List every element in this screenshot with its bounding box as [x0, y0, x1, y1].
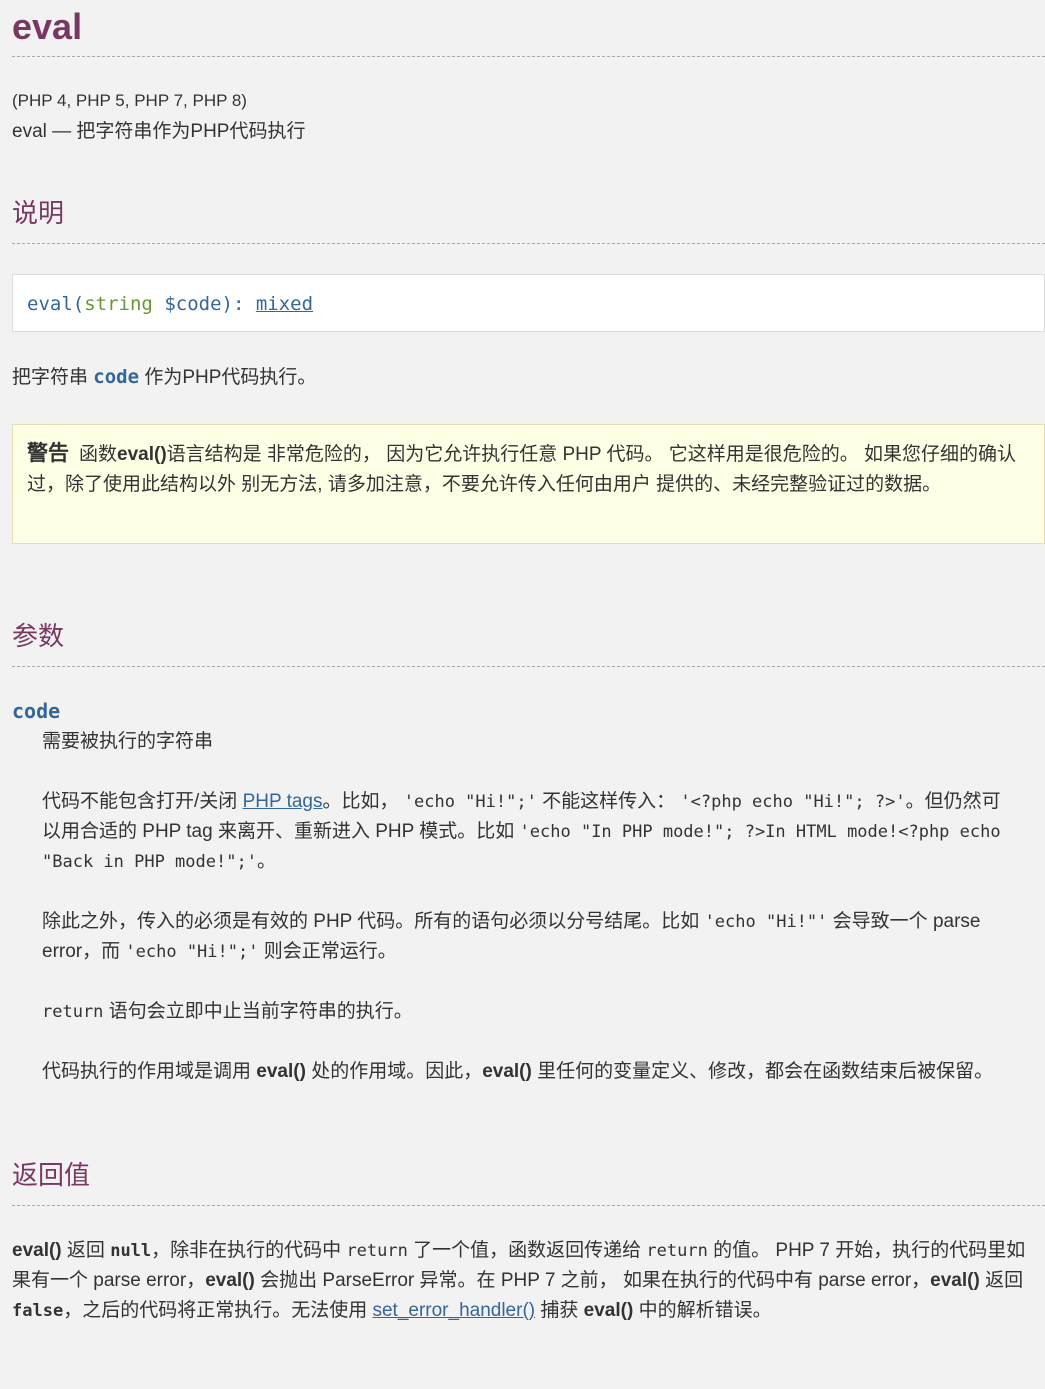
set-error-handler-link[interactable]: set_error_handler(): [372, 1300, 535, 1321]
synopsis-param-type: string: [84, 293, 153, 315]
p2-text-1: 代码不能包含打开/关闭: [42, 791, 243, 812]
return-text-9: 中的解析错误。: [633, 1300, 772, 1321]
warning-function: eval(): [117, 444, 167, 465]
return-text-7: ，之后的代码将正常执行。无法使用: [63, 1300, 373, 1321]
p2-text-2: 。比如，: [322, 791, 404, 812]
p3-code-1: 'echo "Hi!"': [704, 912, 828, 932]
return-text-5: 会抛出 ParseError 异常。在 PHP 7 之前， 如果在执行的代码中有…: [254, 1270, 931, 1291]
p4-code-1: return: [42, 1002, 104, 1022]
return-code-2: return: [646, 1241, 708, 1261]
page: eval (PHP 4, PHP 5, PHP 7, PHP 8) eval —…: [0, 0, 1045, 1326]
version-info: (PHP 4, PHP 5, PHP 7, PHP 8): [12, 91, 247, 110]
php-tags-link[interactable]: PHP tags: [243, 791, 323, 812]
warning-title: 警告: [27, 442, 69, 465]
p2-text-5: 。: [256, 851, 276, 872]
parameter-name: code: [12, 699, 61, 723]
parameter-body: 需要被执行的字符串 代码不能包含打开/关闭 PHP tags。比如， 'echo…: [12, 727, 1045, 1087]
return-function-1: eval(): [12, 1240, 62, 1261]
section-return-heading: 返回值: [12, 1155, 1045, 1206]
return-null: null: [110, 1241, 152, 1261]
synopsis-close: ):: [221, 293, 256, 315]
p5-function-1: eval(): [256, 1061, 306, 1082]
return-text-2: ，除非在执行的代码中: [151, 1240, 347, 1261]
return-function-2: eval(): [205, 1270, 255, 1291]
p5-text-1: 代码执行的作用域是调用: [42, 1061, 257, 1082]
p4-text-1: 语句会立即中止当前字符串的执行。: [103, 1001, 413, 1022]
description-post: 作为PHP代码执行。: [139, 367, 317, 388]
return-function-3: eval(): [930, 1270, 980, 1291]
synopsis-open: (: [72, 293, 85, 315]
p5-function-2: eval(): [482, 1061, 532, 1082]
p3-text-1: 除此之外，传入的必须是有效的 PHP 代码。所有的语句必须以分号结尾。比如: [42, 911, 705, 932]
p2-code-2: '<?php echo "Hi!"; ?>': [680, 792, 906, 812]
return-text-1: 返回: [61, 1240, 111, 1261]
synopsis-param: $code: [164, 293, 222, 315]
warning-box: 警告 函数eval()语言结构是 非常危险的， 因为它允许执行任意 PHP 代码。…: [12, 424, 1045, 544]
parameter-p1: 需要被执行的字符串: [42, 731, 214, 752]
refpurpose: eval — 把字符串作为PHP代码执行: [12, 121, 306, 142]
description-text: 把字符串 code 作为PHP代码执行。: [12, 362, 1045, 393]
warning-text-2: 语言结构是 非常危险的， 因为它允许执行任意 PHP 代码。 它这样用是很危险的…: [27, 444, 1017, 495]
p2-text-3: 不能这样传入：: [536, 791, 681, 812]
p5-text-2: 处的作用域。因此，: [305, 1061, 483, 1082]
parameter-p5: 代码执行的作用域是调用 eval() 处的作用域。因此，eval() 里任何的变…: [42, 1057, 1015, 1087]
parameter-p4: return 语句会立即中止当前字符串的执行。: [42, 997, 1015, 1027]
description-param: code: [93, 366, 140, 388]
return-text-3: 了一个值，函数返回传递给: [407, 1240, 647, 1261]
parameter-p3: 除此之外，传入的必须是有效的 PHP 代码。所有的语句必须以分号结尾。比如 'e…: [42, 907, 1015, 967]
p2-code-1: 'echo "Hi!";': [403, 792, 537, 812]
return-text: eval() 返回 null，除非在执行的代码中 return 了一个值，函数返…: [12, 1236, 1045, 1326]
p3-code-2: 'echo "Hi!";': [125, 942, 259, 962]
return-text-6: 返回: [979, 1270, 1024, 1291]
return-false: false: [12, 1301, 64, 1321]
section-description-heading: 说明: [12, 193, 1045, 244]
p5-text-3: 里任何的变量定义、修改，都会在函数结束后被保留。: [531, 1061, 994, 1082]
return-text-8: 捕获: [535, 1300, 584, 1321]
p3-text-3: 则会正常运行。: [258, 941, 397, 962]
synopsis-function: eval: [27, 293, 73, 315]
method-synopsis: eval(string $code): mixed: [12, 274, 1045, 332]
synopsis-return-type-link[interactable]: mixed: [256, 293, 313, 315]
section-parameters-heading: 参数: [12, 616, 1045, 667]
return-function-4: eval(): [583, 1300, 634, 1321]
page-title: eval: [12, 0, 1045, 57]
parameter-p2: 代码不能包含打开/关闭 PHP tags。比如， 'echo "Hi!";' 不…: [42, 787, 1015, 877]
return-code-1: return: [346, 1241, 408, 1261]
warning-text-1: 函数: [79, 444, 118, 465]
description-pre: 把字符串: [12, 367, 94, 388]
